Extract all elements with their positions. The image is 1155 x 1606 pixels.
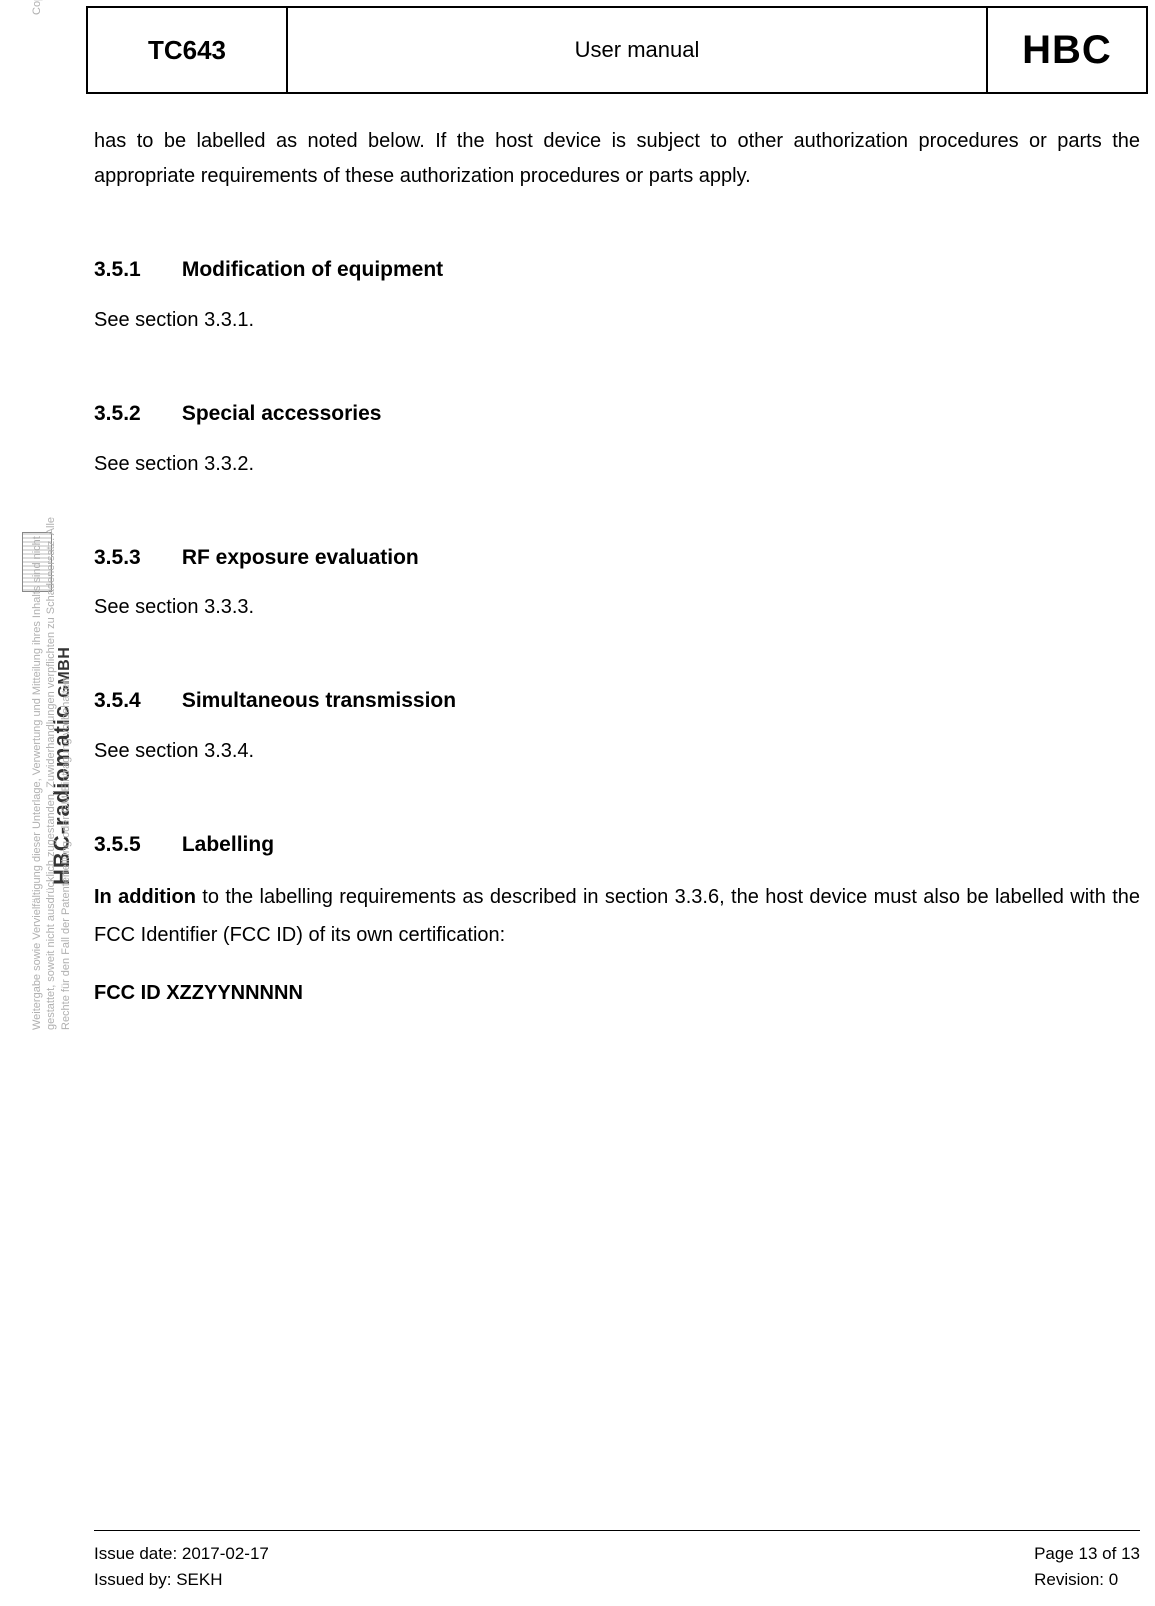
body-content: has to be labelled as noted below. If th… <box>86 94 1148 1011</box>
footer-issued-by: SEKH <box>176 1570 222 1589</box>
footer-issue-date-label: Issue date: <box>94 1544 182 1563</box>
section-heading: 3.5.3 RF exposure evaluation <box>94 540 1140 577</box>
footer-page-row: Page 13 of 13 <box>1034 1541 1140 1567</box>
section-title: Simultaneous transmission <box>182 689 456 712</box>
sidebar-copyright-en: Copying of this document, and giving it … <box>30 0 65 15</box>
intro-paragraph: has to be labelled as noted below. If th… <box>94 124 1140 194</box>
sidebar-copyright-de-text: Weitergabe sowie Vervielfältigung dieser… <box>31 517 72 1030</box>
section-heading: 3.5.4 Simultaneous transmission <box>94 683 1140 720</box>
section-3-5-2: 3.5.2 Special accessories See section 3.… <box>94 396 1140 482</box>
footer-right: Page 13 of 13 Revision: 0 <box>1034 1541 1140 1592</box>
footer-issued-by-label: Issued by: <box>94 1570 176 1589</box>
footer-page-label: Page <box>1034 1544 1078 1563</box>
sidebar-copyright-de: Weitergabe sowie Vervielfältigung dieser… <box>30 510 73 1030</box>
footer-revision: 0 <box>1109 1570 1118 1589</box>
section-body: See section 3.3.1. <box>94 303 1140 338</box>
section-3-5-1: 3.5.1 Modification of equipment See sect… <box>94 252 1140 338</box>
footer-issued-by-row: Issued by: SEKH <box>94 1567 269 1593</box>
section-heading: 3.5.5 Labelling <box>94 827 1140 864</box>
header-brand: HBC <box>987 7 1147 93</box>
page-footer: Issue date: 2017-02-17 Issued by: SEKH P… <box>94 1530 1140 1592</box>
page-content-area: TC643 User manual HBC has to be labelled… <box>86 0 1148 1606</box>
footer-revision-label: Revision: <box>1034 1570 1109 1589</box>
section-body: See section 3.3.3. <box>94 590 1140 625</box>
section-body: See section 3.3.2. <box>94 447 1140 482</box>
labelling-lead-bold: In addition <box>94 886 196 908</box>
section-title: Labelling <box>182 833 274 856</box>
header-doc-code: TC643 <box>87 7 287 93</box>
section-number: 3.5.1 <box>94 252 176 289</box>
footer-page-current: 13 <box>1079 1544 1098 1563</box>
header-table: TC643 User manual HBC <box>86 6 1148 94</box>
labelling-body-rest: to the labelling requirements as describ… <box>94 886 1140 946</box>
section-heading: 3.5.2 Special accessories <box>94 396 1140 433</box>
section-3-5-3: 3.5.3 RF exposure evaluation See section… <box>94 540 1140 626</box>
header-title: User manual <box>287 7 987 93</box>
fcc-id: FCC ID XZZYYNNNNN <box>94 976 1140 1011</box>
section-number: 3.5.4 <box>94 683 176 720</box>
footer-page-of: of <box>1097 1544 1121 1563</box>
footer-revision-row: Revision: 0 <box>1034 1567 1140 1593</box>
footer-page-total: 13 <box>1121 1544 1140 1563</box>
section-title: RF exposure evaluation <box>182 546 419 569</box>
section-number: 3.5.2 <box>94 396 176 433</box>
section-3-5-4: 3.5.4 Simultaneous transmission See sect… <box>94 683 1140 769</box>
section-title: Modification of equipment <box>182 258 443 281</box>
footer-left: Issue date: 2017-02-17 Issued by: SEKH <box>94 1541 269 1592</box>
section-heading: 3.5.1 Modification of equipment <box>94 252 1140 289</box>
footer-issue-date-row: Issue date: 2017-02-17 <box>94 1541 269 1567</box>
section-3-5-5: 3.5.5 Labelling In addition to the label… <box>94 827 1140 1011</box>
section-number: 3.5.5 <box>94 827 176 864</box>
footer-issue-date: 2017-02-17 <box>182 1544 269 1563</box>
section-title: Special accessories <box>182 402 382 425</box>
section-number: 3.5.3 <box>94 540 176 577</box>
labelling-body: In addition to the labelling requirement… <box>94 878 1140 954</box>
sidebar-copyright-en-text: Copying of this document, and giving it … <box>31 0 43 15</box>
section-body: See section 3.3.4. <box>94 734 1140 769</box>
